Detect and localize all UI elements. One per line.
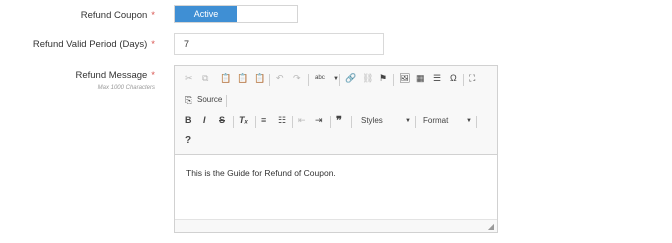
paste-icon[interactable]: 📋 xyxy=(220,73,231,84)
toolbar-separator xyxy=(351,116,352,128)
image-icon[interactable]: 🖼 xyxy=(399,73,410,84)
toolbar-separator xyxy=(292,116,293,128)
toolbar-separator xyxy=(476,116,477,128)
toolbar-separator xyxy=(226,95,227,107)
cut-icon[interactable]: ✂ xyxy=(185,73,193,84)
required-asterisk: * xyxy=(151,70,155,81)
bold-icon[interactable]: B xyxy=(185,115,192,125)
toolbar-separator xyxy=(463,74,464,86)
maximize-icon[interactable]: ⛶ xyxy=(469,73,475,84)
toolbar-separator xyxy=(339,74,340,86)
paste-text-icon[interactable]: 📋 xyxy=(237,73,248,84)
numbered-list-icon[interactable]: ≡ xyxy=(261,115,266,125)
toggle-active-option[interactable]: Active xyxy=(175,6,237,22)
bulleted-list-icon[interactable]: ☷ xyxy=(278,115,286,126)
refund-message-label: Refund Message * xyxy=(75,70,155,81)
special-character-icon[interactable]: Ω xyxy=(450,73,457,83)
styles-dropdown[interactable]: Styles xyxy=(361,116,383,125)
format-dropdown[interactable]: Format xyxy=(423,116,448,125)
refund-message-hint: Max 1000 Characters xyxy=(97,85,155,91)
strikethrough-icon[interactable]: S xyxy=(219,115,225,125)
refund-coupon-toggle[interactable]: Active xyxy=(174,5,298,23)
toolbar-separator xyxy=(269,74,270,86)
required-asterisk: * xyxy=(151,10,155,21)
rich-text-editor[interactable]: ✂ ⧉ 📋 📋 📋 ↶ ↷ ᵃᵇᶜ ▼ 🔗 ⛓ ⚑ 🖼 ▦ ☰ Ω ⛶ ⎘ So… xyxy=(174,65,498,233)
toolbar-separator xyxy=(255,116,256,128)
toolbar-separator xyxy=(393,74,394,86)
editor-statusbar: ◢ xyxy=(175,219,497,232)
blockquote-icon[interactable]: ❞ xyxy=(336,114,342,127)
refund-valid-period-input[interactable]: 7 xyxy=(174,33,384,55)
outdent-icon[interactable]: ⇤ xyxy=(298,115,306,126)
copy-icon[interactable]: ⧉ xyxy=(202,73,208,84)
unlink-icon[interactable]: ⛓ xyxy=(362,73,373,84)
refund-message-label-text: Refund Message xyxy=(75,70,148,81)
refund-coupon-label-text: Refund Coupon xyxy=(80,10,148,21)
toolbar-separator xyxy=(233,116,234,128)
source-icon[interactable]: ⎘ xyxy=(185,95,192,106)
spellcheck-icon[interactable]: ᵃᵇᶜ xyxy=(315,73,325,83)
chevron-down-icon[interactable]: ▼ xyxy=(405,118,411,124)
help-button[interactable]: ? xyxy=(185,135,191,146)
toolbar-separator xyxy=(330,116,331,128)
required-asterisk: * xyxy=(151,39,155,50)
anchor-flag-icon[interactable]: ⚑ xyxy=(379,73,387,84)
refund-coupon-label: Refund Coupon * xyxy=(81,10,155,21)
resize-handle-icon[interactable]: ◢ xyxy=(488,222,494,231)
paste-from-word-icon[interactable]: 📋 xyxy=(254,73,265,84)
horizontal-line-icon[interactable]: ☰ xyxy=(433,73,441,84)
link-icon[interactable]: 🔗 xyxy=(345,73,356,84)
toolbar-separator xyxy=(415,116,416,128)
refund-valid-period-label: Refund Valid Period (Days) * xyxy=(33,39,155,50)
source-button[interactable]: Source xyxy=(197,95,222,104)
toolbar-separator xyxy=(308,74,309,86)
remove-format-icon[interactable]: Tₓ xyxy=(239,115,248,125)
italic-icon[interactable]: I xyxy=(203,115,206,125)
refund-valid-period-label-text: Refund Valid Period (Days) xyxy=(32,39,148,50)
indent-icon[interactable]: ⇥ xyxy=(315,115,323,126)
chevron-down-icon[interactable]: ▼ xyxy=(466,118,472,124)
editor-content[interactable]: This is the Guide for Refund of Coupon. xyxy=(186,168,336,178)
undo-icon[interactable]: ↶ xyxy=(276,73,284,84)
table-icon[interactable]: ▦ xyxy=(416,73,425,84)
editor-toolbar: ✂ ⧉ 📋 📋 📋 ↶ ↷ ᵃᵇᶜ ▼ 🔗 ⛓ ⚑ 🖼 ▦ ☰ Ω ⛶ ⎘ So… xyxy=(175,66,497,155)
redo-icon[interactable]: ↷ xyxy=(293,73,301,84)
